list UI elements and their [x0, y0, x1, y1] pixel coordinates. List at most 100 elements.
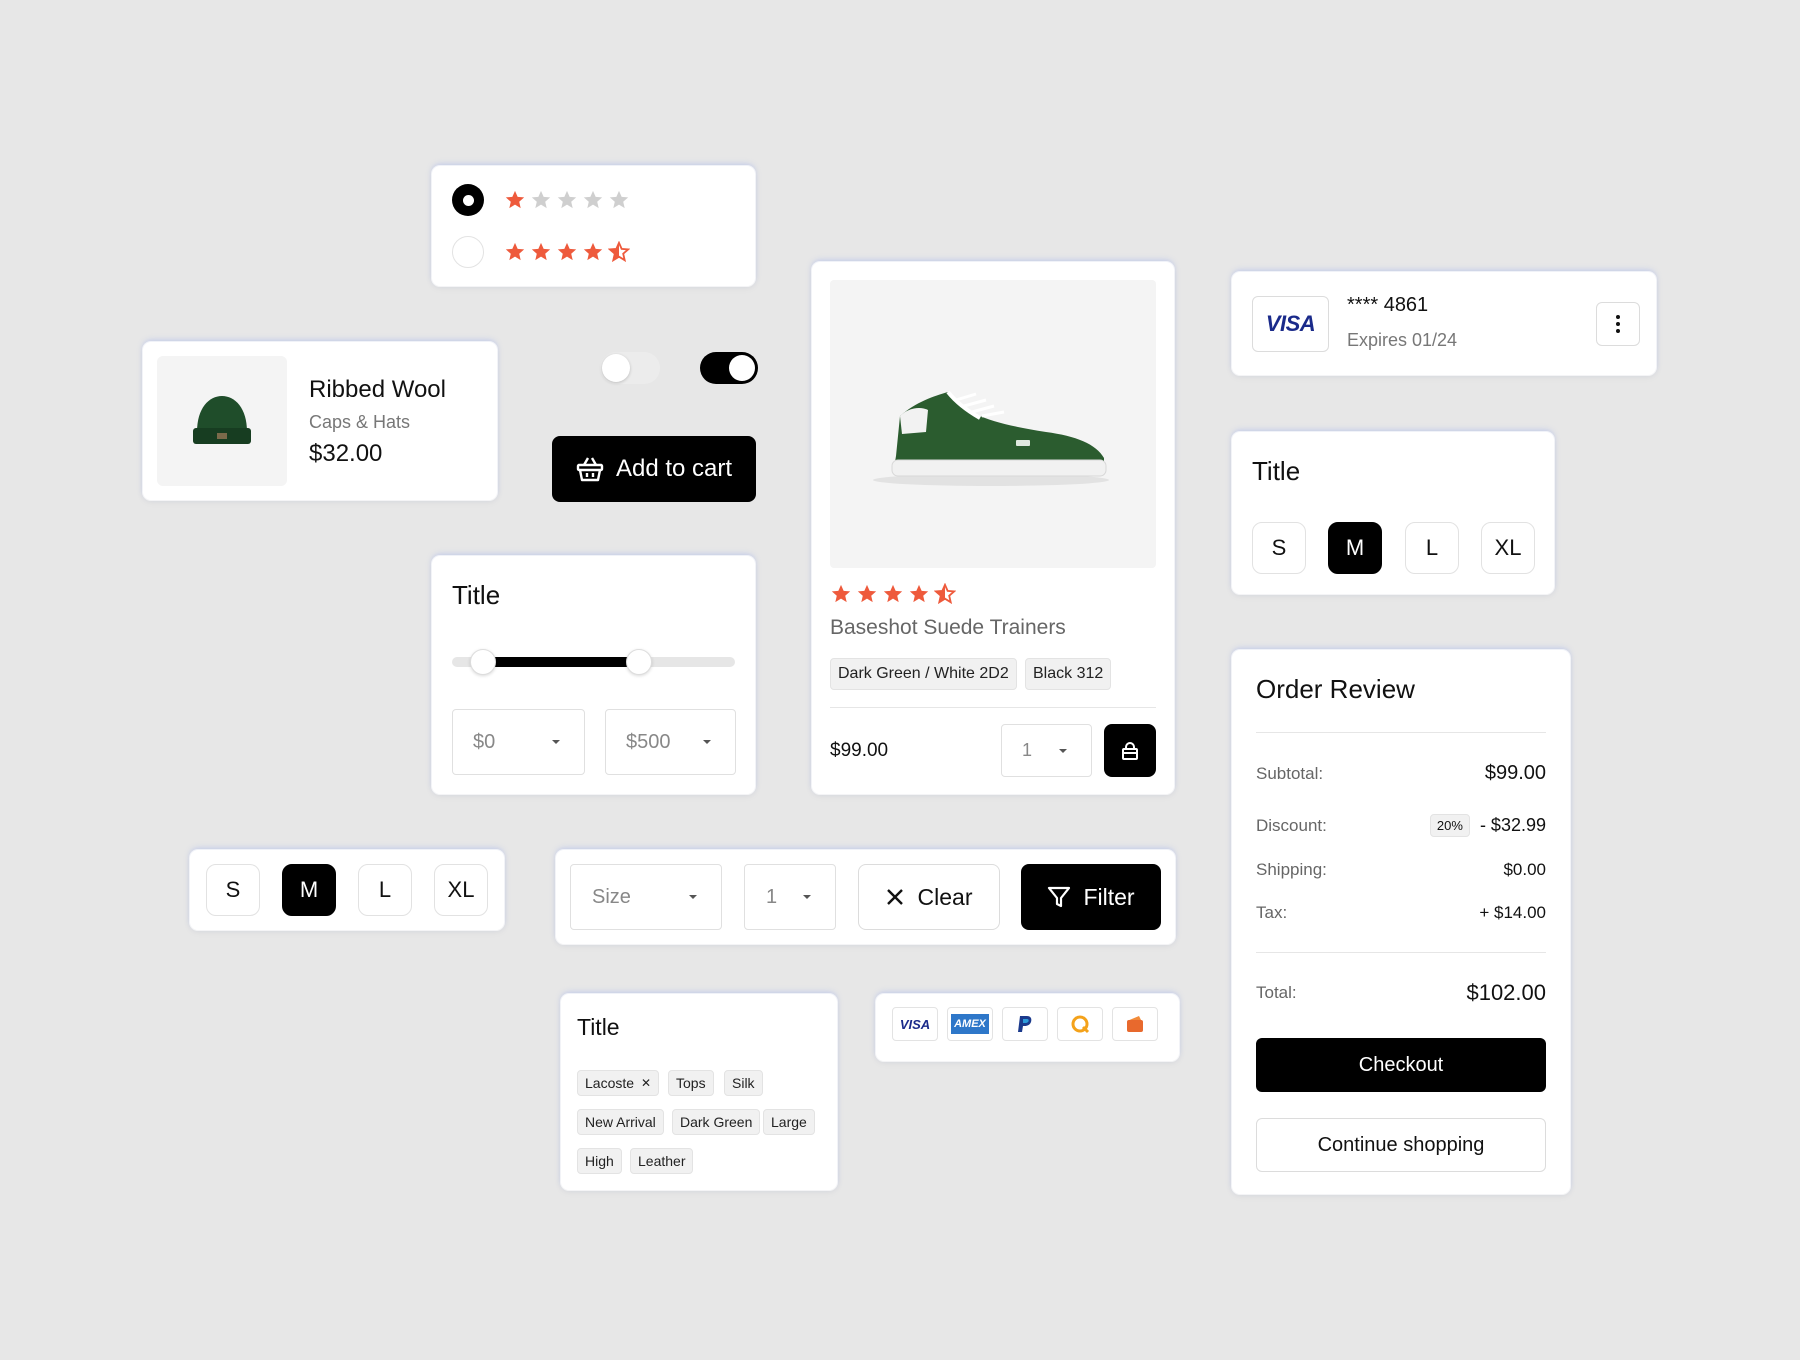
- close-icon: [886, 889, 903, 905]
- star-filled-icon: [856, 583, 878, 605]
- size-option-l[interactable]: L: [1405, 522, 1459, 574]
- star-empty-icon: [608, 189, 630, 211]
- add-to-cart-label: Add to cart: [615, 455, 733, 482]
- filter-label: Filter: [1083, 883, 1135, 910]
- product-image[interactable]: [830, 280, 1156, 568]
- clear-button[interactable]: Clear: [858, 864, 1000, 930]
- star-filled-icon: [504, 241, 526, 263]
- amex-icon[interactable]: AMEX: [947, 1007, 993, 1041]
- range-track[interactable]: [452, 649, 735, 675]
- price-range-title: Title: [452, 580, 501, 610]
- star-empty-icon: [530, 189, 552, 211]
- size-select[interactable]: Size: [570, 864, 722, 930]
- price-range-card: Title $0 $500: [432, 556, 755, 794]
- payment-methods-card: VISA AMEX: [876, 994, 1179, 1061]
- size-option-m[interactable]: M: [1328, 522, 1382, 574]
- order-divider-top: [1256, 732, 1546, 733]
- variant-chip-1[interactable]: Dark Green / White 2D2: [830, 658, 1017, 690]
- size-option-s[interactable]: S: [1252, 522, 1306, 574]
- product-divider: [830, 707, 1156, 708]
- size-option-l[interactable]: L: [358, 864, 412, 916]
- star-filled-icon: [504, 189, 526, 211]
- filter-button[interactable]: Filter: [1021, 864, 1161, 930]
- visa-logo: VISA: [1252, 296, 1329, 352]
- continue-shopping-button[interactable]: Continue shopping: [1256, 1118, 1546, 1172]
- quantity-select[interactable]: 1: [1001, 724, 1092, 777]
- product-add-to-cart-button[interactable]: [1104, 724, 1156, 777]
- tag-chip-silk[interactable]: Silk: [724, 1070, 763, 1096]
- chevron-down-icon: [689, 895, 697, 899]
- star-filled-icon: [530, 241, 552, 263]
- tax-label: Tax:: [1256, 903, 1288, 922]
- rating-filter-card: [432, 166, 755, 286]
- product-mini-image: [157, 356, 287, 486]
- shopping-bag-icon: [1122, 741, 1138, 760]
- rating-radio-1[interactable]: [452, 184, 484, 216]
- size-option-s[interactable]: S: [206, 864, 260, 916]
- size-picker-left-card: S M L XL: [190, 850, 504, 930]
- toggle-off[interactable]: [600, 352, 660, 384]
- tag-chip-dark-green[interactable]: Dark Green: [672, 1109, 761, 1135]
- subtotal-label: Subtotal:: [1256, 763, 1324, 783]
- min-price-select[interactable]: $0: [452, 709, 585, 775]
- product-mini-card[interactable]: Ribbed Wool Caps & Hats $32.00: [143, 342, 497, 500]
- visa-icon[interactable]: VISA: [892, 1007, 938, 1041]
- chevron-down-icon: [803, 895, 811, 899]
- size-option-xl[interactable]: XL: [1481, 522, 1535, 574]
- add-to-cart-button[interactable]: Add to cart: [552, 436, 756, 502]
- product-mini-price: $32.00: [309, 440, 383, 467]
- discount-label: Discount:: [1256, 815, 1327, 835]
- product-mini-name[interactable]: Ribbed Wool: [309, 376, 446, 404]
- rating-radio-2[interactable]: [452, 236, 484, 268]
- discount-badge: 20%: [1429, 814, 1470, 837]
- size-picker-title: Title: [1252, 456, 1301, 486]
- beanie-hat-icon: [193, 396, 251, 444]
- wallet-icon[interactable]: [1112, 1007, 1158, 1041]
- tags-card: Title Lacoste ✕ Tops Silk New Arrival Da…: [561, 994, 837, 1190]
- size-picker-right-card: Title S M L XL: [1232, 432, 1554, 594]
- order-review-title: Order Review: [1256, 674, 1415, 704]
- star-filled-icon: [908, 583, 930, 605]
- shipping-label: Shipping:: [1256, 860, 1327, 879]
- subtotal-value: $99.00: [1484, 762, 1546, 784]
- tags-title: Title: [577, 1014, 620, 1040]
- range-handle-min[interactable]: [470, 649, 496, 675]
- close-icon[interactable]: ✕: [641, 1076, 651, 1090]
- product-name[interactable]: Baseshot Suede Trainers: [830, 616, 1066, 640]
- rating-stars-1: [504, 189, 630, 211]
- qiwi-icon[interactable]: [1057, 1007, 1103, 1041]
- discount-value: - $32.99: [1479, 815, 1546, 835]
- paypal-icon[interactable]: [1002, 1007, 1048, 1041]
- range-handle-max[interactable]: [626, 649, 652, 675]
- size-option-m[interactable]: M: [282, 864, 336, 916]
- chevron-down-icon: [552, 740, 560, 744]
- toggle-on[interactable]: [700, 352, 758, 384]
- chevron-down-icon: [1059, 748, 1067, 753]
- max-price-select[interactable]: $500: [605, 709, 736, 775]
- tag-chip-lacoste[interactable]: Lacoste ✕: [577, 1070, 660, 1096]
- total-row: Total: $102.00: [1232, 980, 1570, 1006]
- clear-label: Clear: [917, 883, 973, 910]
- chevron-down-icon: [703, 740, 711, 744]
- tag-chip-large[interactable]: Large: [763, 1109, 815, 1135]
- subtotal-row: Subtotal: $99.00: [1232, 762, 1570, 785]
- variant-chip-2[interactable]: Black 312: [1025, 658, 1112, 690]
- product-card: Baseshot Suede Trainers Dark Green / Whi…: [812, 262, 1174, 794]
- rating-stars-2: [504, 241, 630, 263]
- card-menu-button[interactable]: [1596, 302, 1640, 346]
- product-rating: [830, 583, 956, 605]
- tag-chip-tops[interactable]: Tops: [668, 1070, 714, 1096]
- quantity-select[interactable]: 1: [744, 864, 836, 930]
- tag-chip-leather[interactable]: Leather: [630, 1148, 694, 1174]
- discount-row: Discount: 20% - $32.99: [1232, 814, 1570, 837]
- tax-row: Tax: + $14.00: [1232, 903, 1570, 923]
- payment-card[interactable]: VISA **** 4861 Expires 01/24: [1232, 272, 1656, 375]
- size-option-xl[interactable]: XL: [434, 864, 488, 916]
- tag-chip-new-arrival[interactable]: New Arrival: [577, 1109, 664, 1135]
- total-value: $102.00: [1466, 980, 1546, 1005]
- card-number: **** 4861: [1347, 294, 1429, 316]
- tag-chip-high[interactable]: High: [577, 1148, 622, 1174]
- star-filled-icon: [556, 241, 578, 263]
- tax-value: + $14.00: [1479, 903, 1546, 922]
- checkout-button[interactable]: Checkout: [1256, 1038, 1546, 1092]
